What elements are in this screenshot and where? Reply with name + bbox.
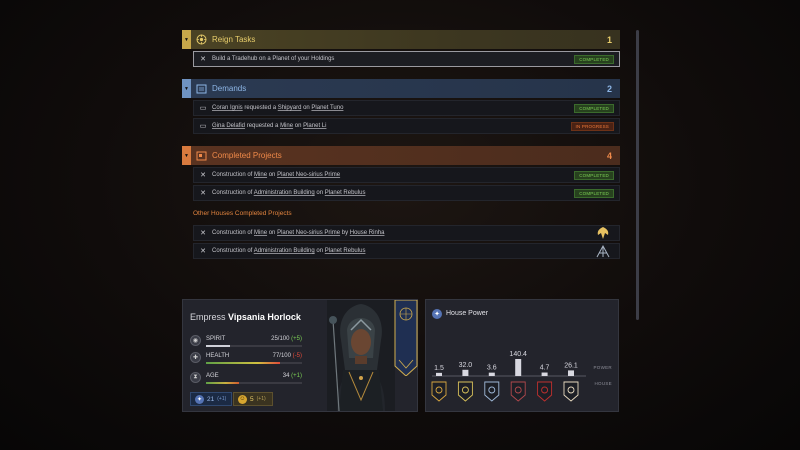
- crown-emblem-icon: [195, 34, 207, 46]
- power-bar: [436, 372, 442, 376]
- project-text: Construction of Mine on Planet Neo-siriu…: [212, 172, 341, 178]
- stat-value: 77/100 (-5): [272, 353, 302, 359]
- power-value-label: 4.7: [540, 365, 550, 372]
- character-title: Empress Vipsania Horlock: [190, 312, 301, 322]
- stat-bar-fill: [206, 345, 230, 347]
- stat-bar: [206, 362, 302, 364]
- demand-text: Gina Delafid requested a Mine on Planet …: [212, 123, 327, 129]
- tools-icon: ✕: [200, 230, 206, 237]
- demand-row[interactable]: ▭ Gina Delafid requested a Mine on Plane…: [193, 118, 620, 134]
- stat-label: HEALTH: [206, 353, 230, 359]
- hourglass-icon: ⧗: [190, 372, 201, 383]
- legend-house: HOUSE: [594, 381, 612, 386]
- power-value-label: 3.6: [487, 365, 497, 372]
- smiley-icon: ☺: [238, 394, 247, 404]
- character-portrait: [327, 300, 395, 411]
- project-text: Construction of Administration Building …: [212, 190, 366, 196]
- section-reign-tasks[interactable]: ▼ Reign Tasks 1: [182, 30, 620, 49]
- demand-text: Coran Ignis requested a Shipyard on Plan…: [212, 105, 344, 111]
- influence-resource[interactable]: ✦ 21 (+1): [190, 392, 232, 406]
- resource-value: 21: [207, 395, 215, 403]
- stat-label: AGE: [206, 373, 219, 379]
- project-text: Construction of Administration Building …: [212, 248, 366, 254]
- stat-spirit: ◉ SPIRIT 25/100 (+5): [190, 335, 302, 348]
- tools-icon: ✕: [200, 56, 206, 63]
- speech-bubble-icon: ▭: [199, 123, 207, 130]
- stat-value: 34 (+1): [282, 373, 302, 379]
- stat-health: ✚ HEALTH 77/100 (-5): [190, 352, 302, 365]
- collapse-icon[interactable]: ▼: [182, 79, 191, 98]
- scroll-document-icon: [195, 83, 207, 95]
- task-text: Build a Tradehub on a Planet of your Hol…: [212, 56, 335, 62]
- spirit-icon: ◉: [190, 335, 201, 346]
- influence-icon: ✦: [195, 394, 204, 404]
- house-emblem-icon[interactable]: [537, 381, 553, 402]
- tools-icon: ✕: [200, 248, 206, 255]
- project-row[interactable]: ✕ Construction of Mine on Planet Neo-sir…: [193, 167, 620, 183]
- project-row[interactable]: ✕ Construction of Administration Buildin…: [193, 185, 620, 201]
- house-emblem-icon[interactable]: [563, 381, 579, 402]
- collapse-icon[interactable]: ▼: [182, 30, 191, 49]
- status-badge: COMPLETED: [574, 171, 614, 180]
- section-title: Reign Tasks: [212, 35, 256, 44]
- power-bar: [568, 370, 574, 376]
- status-badge: COMPLETED: [574, 104, 614, 113]
- resource-value: 5: [250, 395, 254, 403]
- house-emblem-icon[interactable]: [431, 381, 447, 402]
- scrollbar[interactable]: [636, 30, 639, 320]
- power-bar: [462, 369, 469, 376]
- stat-label: SPIRIT: [206, 336, 226, 342]
- section-count: 4: [606, 150, 612, 161]
- house-tower-emblem-icon: [589, 244, 617, 258]
- status-badge: COMPLETED: [574, 55, 614, 64]
- power-value-label: 26.1: [564, 362, 578, 369]
- stat-bar-fill: [206, 362, 280, 364]
- stat-bar: [206, 382, 302, 384]
- character-panel: Empress Vipsania Horlock ◉ SPIRIT 25/100…: [182, 299, 418, 412]
- project-text: Construction of Mine on Planet Neo-siriu…: [212, 230, 385, 236]
- house-banner-icon: [394, 300, 418, 376]
- collapse-icon[interactable]: ▼: [182, 146, 191, 165]
- demand-row[interactable]: ▭ Coran Ignis requested a Shipyard on Pl…: [193, 100, 620, 116]
- objectives-panel: ▼ Reign Tasks 1 ✕ Build a Tradehub on a …: [182, 30, 620, 259]
- power-bar: [515, 359, 522, 376]
- stat-bar: [206, 345, 302, 347]
- stat-bar-fill: [206, 382, 239, 384]
- section-completed-projects[interactable]: ▼ Completed Projects 4: [182, 146, 620, 165]
- section-count: 1: [606, 34, 612, 45]
- speech-bubble-icon: ▭: [199, 105, 207, 112]
- house-power-panel: ✦ House Power 1.5 32.0 3.6 140.4 4.7 26.1 POW…: [425, 299, 619, 412]
- favor-resource[interactable]: ☺ 5 (+1): [233, 392, 273, 406]
- status-badge: COMPLETED: [574, 189, 614, 198]
- house-rinha-emblem-icon: [589, 226, 617, 240]
- power-value-label: 140.4: [509, 351, 527, 358]
- section-count: 2: [606, 83, 612, 94]
- stat-value: 25/100 (+5): [271, 336, 302, 342]
- task-row[interactable]: ✕ Build a Tradehub on a Planet of your H…: [193, 51, 620, 67]
- health-icon: ✚: [190, 352, 201, 363]
- legend-power: POWER: [593, 365, 612, 370]
- resource-delta: (+1): [217, 396, 227, 402]
- status-badge: IN PROGRESS: [570, 122, 614, 131]
- other-project-row[interactable]: ✕ Construction of Mine on Planet Neo-sir…: [193, 225, 620, 241]
- house-emblem-icon[interactable]: [457, 381, 473, 402]
- power-value-label: 1.5: [434, 365, 444, 372]
- power-value-label: 32.0: [459, 362, 473, 369]
- section-demands[interactable]: ▼ Demands 2: [182, 79, 620, 98]
- resource-delta: (+1): [256, 396, 266, 402]
- tools-icon: ✕: [200, 190, 206, 197]
- power-bar: [541, 372, 548, 376]
- house-power-chart: 1.5 32.0 3.6 140.4 4.7 26.1: [431, 351, 586, 402]
- tools-icon: ✕: [200, 172, 206, 179]
- other-project-row[interactable]: ✕ Construction of Administration Buildin…: [193, 243, 620, 259]
- power-bar: [488, 372, 495, 376]
- stat-age: ⧗ AGE 34 (+1): [190, 372, 302, 385]
- house-emblem-icon[interactable]: [484, 381, 500, 402]
- other-houses-heading: Other Houses Completed Projects: [193, 210, 292, 217]
- house-emblem-icon[interactable]: [510, 381, 526, 402]
- blueprint-icon: [195, 150, 207, 162]
- section-title: Completed Projects: [212, 151, 282, 160]
- section-title: Demands: [212, 84, 247, 93]
